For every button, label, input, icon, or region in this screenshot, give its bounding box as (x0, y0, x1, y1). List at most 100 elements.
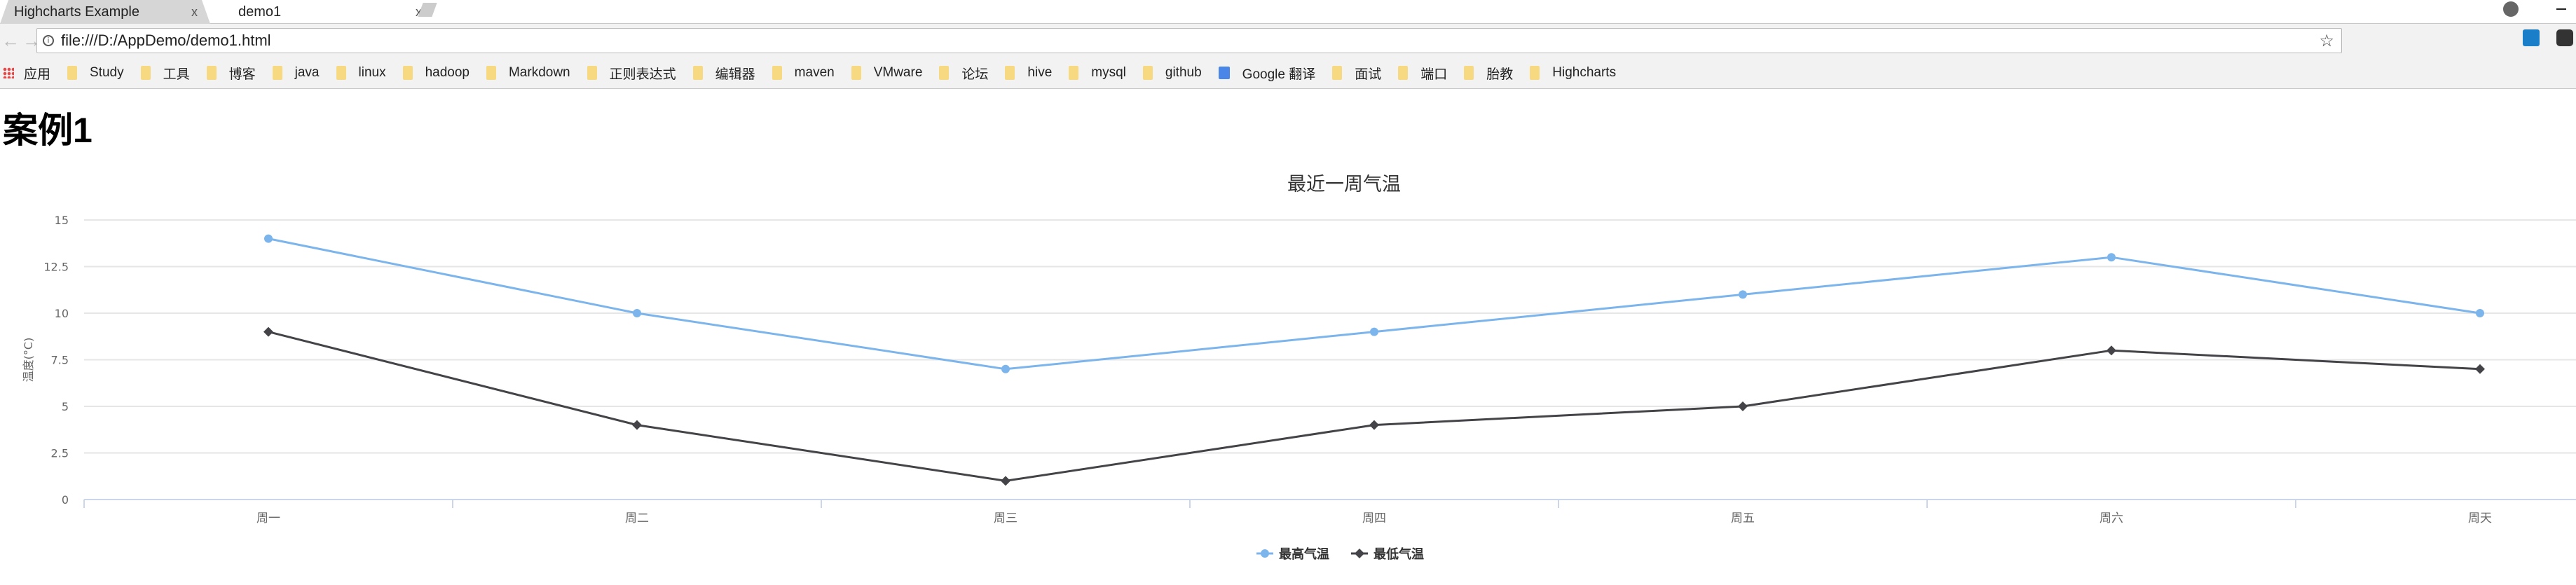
bookmark-label: Markdown (508, 65, 570, 80)
folder-icon (402, 66, 413, 80)
google-translate-icon (1218, 67, 1230, 79)
tab-demo1[interactable]: demo1 x (224, 0, 434, 24)
x-tick-label: 周一 (256, 511, 280, 525)
folder-icon (939, 66, 950, 80)
bookmark-label: 博客 (228, 67, 256, 82)
data-point (263, 326, 273, 337)
bookmark-label: mysql (1091, 65, 1126, 80)
data-point (1370, 327, 1378, 336)
y-tick-label: 7.5 (51, 354, 69, 367)
toolbar: ← → C i file:///D:/AppDemo/demo1.html ☆ (0, 24, 2576, 57)
bookmark-label: 编辑器 (715, 67, 755, 82)
x-tick-label: 周六 (2099, 511, 2123, 525)
bookmark-label: 工具 (163, 67, 190, 82)
bookmark-label: 正则表达式 (609, 67, 676, 82)
bookmark-label: VMware (873, 65, 923, 80)
data-point (633, 309, 641, 317)
folder-icon (1464, 66, 1474, 80)
close-icon[interactable]: x (191, 5, 198, 20)
bookmark-label: java (294, 65, 320, 80)
bookmark-item[interactable]: 博客 (206, 64, 256, 83)
bookmark-item[interactable]: mysql (1069, 65, 1126, 81)
bookmark-item[interactable]: 胎教 (1464, 64, 1513, 83)
info-icon[interactable]: i (43, 35, 54, 46)
star-icon[interactable]: ☆ (2319, 31, 2334, 51)
folder-icon (851, 66, 861, 80)
bookmark-item[interactable]: linux (336, 65, 386, 81)
bookmark-item[interactable]: 正则表达式 (587, 64, 676, 83)
folder-icon (772, 66, 782, 80)
folder-icon (206, 66, 217, 80)
tab-title: Highcharts Example (14, 4, 139, 20)
y-tick-label: 2.5 (51, 447, 69, 460)
data-point (1738, 401, 1748, 411)
data-point (632, 420, 642, 430)
bookmark-item[interactable]: hive (1005, 65, 1052, 81)
bookmark-item[interactable]: hadoop (402, 65, 470, 81)
tab-title: demo1 (238, 4, 282, 20)
line-chart: 最近一周气温温度(°C) 0 2.5 5 7.5 10 12.5 15 周一 周二 周三 周四 周五 周六… (22, 174, 2576, 562)
legend-item-label[interactable]: 最高气温 (1279, 546, 1329, 562)
x-tick-label: 周三 (994, 511, 1018, 525)
bookmark-item[interactable]: maven (772, 65, 835, 81)
x-tick-label: 周二 (625, 511, 649, 525)
bookmark-item[interactable]: Study (67, 65, 124, 81)
legend-marker (1261, 549, 1269, 558)
bookmark-label: Highcharts (1552, 65, 1617, 80)
bookmark-label: 胎教 (1486, 67, 1514, 82)
bookmark-item[interactable]: Markdown (486, 65, 570, 81)
data-point (1369, 420, 1379, 430)
y-tick-label: 0 (62, 493, 69, 507)
tab-highcharts-example[interactable]: Highcharts Example x (0, 0, 210, 24)
folder-icon (272, 66, 282, 80)
bookmark-item[interactable]: 端口 (1398, 64, 1447, 83)
x-tick-label: 周四 (1362, 511, 1386, 525)
bookmark-label: hadoop (425, 65, 470, 80)
data-point (2475, 364, 2485, 374)
bookmark-label: hive (1027, 65, 1053, 80)
y-axis-title: 温度(°C) (22, 338, 35, 383)
folder-icon (1069, 66, 1079, 80)
extension-icon[interactable] (2556, 29, 2573, 46)
folder-icon (692, 66, 703, 80)
bookmark-label: 面试 (1355, 67, 1382, 82)
y-tick-label: 12.5 (43, 261, 69, 274)
minimize-icon[interactable] (2556, 8, 2566, 10)
bookmark-item[interactable]: Highcharts (1530, 65, 1616, 81)
y-tick-label: 5 (62, 400, 69, 413)
series-line-0 (268, 238, 2481, 371)
page-title: 案例1 (3, 111, 93, 150)
bookmarks-bar: 应用 Study 工具 博客 java linux hadoop Markdown 正则表达式 编… (0, 57, 2576, 89)
data-point (264, 234, 273, 243)
bookmark-label: 论坛 (961, 67, 989, 82)
x-tick-label: 周天 (2468, 511, 2492, 525)
bookmark-item[interactable]: VMware (851, 65, 923, 81)
legend-item-label[interactable]: 最低气温 (1373, 546, 1424, 562)
x-tick-label: 周五 (1731, 511, 1755, 525)
bookmark-label: github (1165, 65, 1202, 80)
bookmark-item[interactable]: github (1142, 65, 1202, 81)
apps-icon (3, 67, 14, 78)
bookmark-item[interactable]: java (272, 65, 320, 81)
data-point (1001, 476, 1010, 486)
folder-icon (1398, 66, 1409, 80)
data-point (1001, 364, 1010, 373)
data-point (2476, 309, 2484, 317)
folder-icon (67, 66, 78, 80)
folder-icon (1332, 66, 1343, 80)
bookmark-item[interactable]: 面试 (1332, 64, 1381, 83)
bookmark-item[interactable]: Google 翻译 (1218, 64, 1315, 83)
profile-icon[interactable] (2503, 1, 2519, 17)
data-point (2106, 345, 2116, 356)
folder-icon (486, 66, 496, 80)
folder-icon (1530, 66, 1540, 80)
bookmark-item[interactable]: 工具 (140, 64, 190, 83)
bookmark-item[interactable]: 论坛 (939, 64, 988, 83)
folder-icon (587, 66, 597, 80)
bookmark-item[interactable]: 应用 (3, 64, 50, 83)
bookmark-item[interactable]: 编辑器 (692, 64, 755, 83)
extension-icon[interactable] (2523, 29, 2540, 46)
back-icon[interactable]: ← (0, 30, 21, 52)
y-tick-label: 10 (55, 307, 69, 320)
address-bar[interactable]: i file:///D:/AppDemo/demo1.html ☆ (36, 28, 2342, 53)
